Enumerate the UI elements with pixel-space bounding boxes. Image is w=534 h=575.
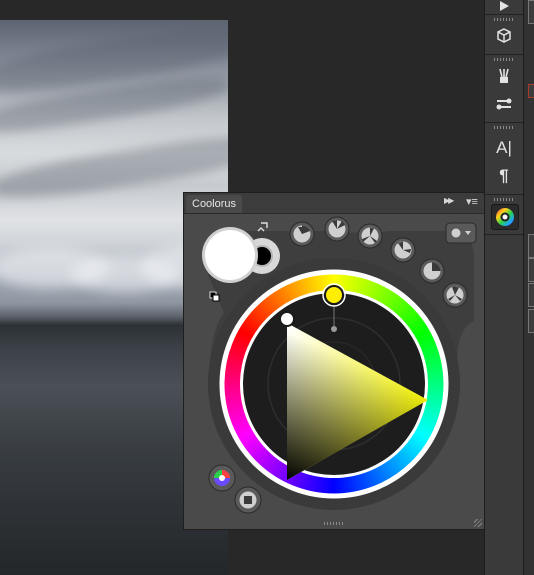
right-toolbar: A| ¶ — [484, 0, 524, 575]
edge-tab[interactable] — [528, 84, 534, 98]
clone-source-icon[interactable] — [491, 92, 517, 116]
panel-menu-icon[interactable]: ▾≡ — [466, 195, 478, 208]
color-scheme-triad-icon[interactable] — [357, 223, 383, 249]
coolorus-icon[interactable] — [491, 204, 519, 230]
character-icon[interactable]: A| — [491, 136, 517, 160]
hue-marker[interactable] — [324, 285, 344, 305]
edge-tab[interactable] — [528, 283, 534, 307]
edge-tab[interactable] — [528, 234, 534, 258]
brush-presets-icon[interactable] — [491, 64, 517, 88]
color-wheel-widget — [202, 216, 477, 514]
color-scheme-off-icon[interactable] — [442, 282, 468, 308]
mixer-icon[interactable] — [208, 464, 236, 492]
edge-tab[interactable] — [528, 258, 534, 282]
hue-guide-dot — [331, 326, 337, 332]
saturation-mode-1-icon[interactable] — [289, 221, 315, 247]
play-icon[interactable] — [491, 0, 517, 18]
3d-box-icon[interactable] — [491, 24, 517, 48]
panel-tab[interactable]: Coolorus — [186, 195, 243, 213]
foreground-color-swatch[interactable] — [205, 230, 255, 280]
color-marker[interactable] — [279, 311, 295, 327]
paragraph-icon[interactable]: ¶ — [491, 164, 517, 188]
settings-gear-icon[interactable] — [445, 222, 477, 244]
edge-tab[interactable] — [528, 309, 534, 333]
panel-corner-resize[interactable] — [474, 519, 482, 527]
color-scheme-quad-icon[interactable] — [419, 258, 445, 284]
swap-colors-icon[interactable] — [257, 222, 268, 232]
saturation-mode-2-icon[interactable] — [324, 216, 350, 242]
color-scheme-split-icon[interactable] — [390, 237, 416, 263]
stop-icon[interactable] — [234, 486, 262, 514]
panel-resize-grip[interactable] — [324, 522, 344, 525]
panel-header: Coolorus ▶▶ ▾≡ — [184, 193, 484, 214]
edge-tab[interactable] — [528, 0, 534, 24]
double-chevron-right-icon[interactable]: ▶▶ — [444, 196, 454, 205]
coolorus-panel: Coolorus ▶▶ ▾≡ — [183, 192, 485, 530]
